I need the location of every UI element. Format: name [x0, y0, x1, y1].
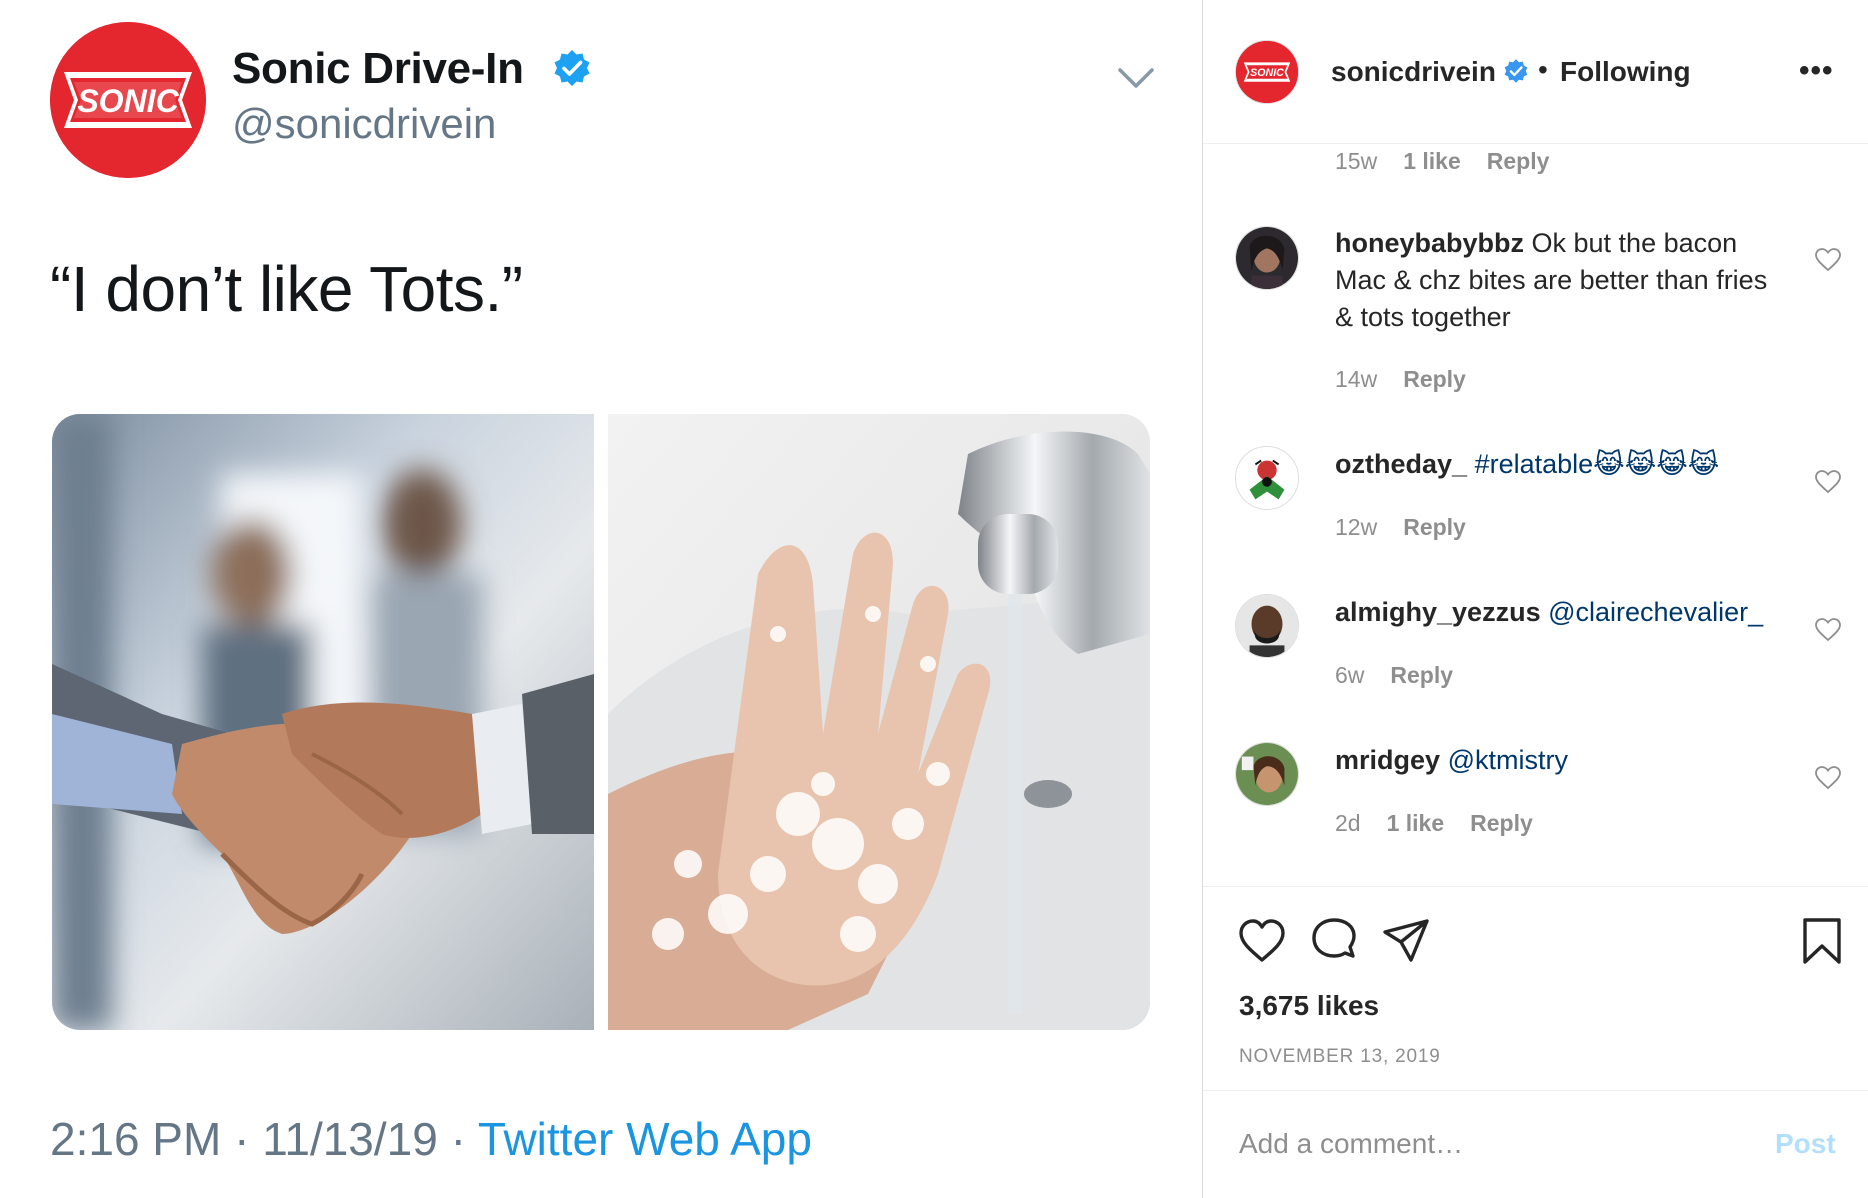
comment-meta: 6w Reply — [1335, 662, 1479, 689]
tweet-media[interactable] — [52, 414, 1150, 1030]
comment-text: almighy_yezzus @clairechevalier_ — [1335, 594, 1795, 631]
comment-icon[interactable] — [1309, 916, 1359, 966]
comment-username[interactable]: mridgey — [1335, 745, 1440, 775]
tweet-handle[interactable]: @sonicdrivein — [232, 100, 496, 148]
comment-username[interactable]: honeybabybbz — [1335, 228, 1524, 258]
sonic-logo-icon: SONIC — [50, 22, 206, 178]
handwashing-photo[interactable] — [608, 414, 1150, 1030]
comment-time: 2d — [1335, 810, 1361, 836]
like-heart-icon[interactable] — [1815, 470, 1841, 494]
svg-text:SONIC: SONIC — [1250, 67, 1284, 79]
avatar[interactable] — [1235, 742, 1299, 806]
comment-username[interactable]: oztheday_ — [1335, 449, 1467, 479]
tweet-card: SONIC Sonic Drive-In @sonicdrivein “I do… — [0, 0, 1202, 1198]
verified-badge-icon — [554, 50, 590, 86]
tweet-source-link[interactable]: Twitter Web App — [478, 1113, 812, 1165]
tweet-display-name[interactable]: Sonic Drive-In — [232, 44, 524, 94]
mention-link[interactable]: @clairechevalier_ — [1548, 597, 1763, 627]
comment-likes[interactable]: 1 like — [1403, 148, 1461, 174]
post-button[interactable]: Post — [1775, 1128, 1836, 1160]
avatar[interactable] — [1235, 226, 1299, 290]
avatar[interactable] — [1235, 594, 1299, 658]
avatar[interactable]: SONIC — [1235, 40, 1299, 104]
like-heart-icon[interactable] — [1815, 248, 1841, 272]
mention-link[interactable]: @ktmistry — [1448, 745, 1568, 775]
comment-meta: 2d 1 like Reply — [1335, 810, 1559, 837]
divider — [1203, 1090, 1868, 1091]
reply-button[interactable]: Reply — [1403, 366, 1466, 392]
avatar[interactable] — [1235, 446, 1299, 510]
post-date: NOVEMBER 13, 2019 — [1239, 1046, 1441, 1067]
tweet-text: “I don’t like Tots.” — [50, 253, 523, 325]
hashtag-link[interactable]: #relatable😹😹😹😹 — [1475, 449, 1720, 479]
comment-username[interactable]: almighy_yezzus — [1335, 597, 1541, 627]
post-header: SONIC sonicdrivein • Following ••• — [1203, 0, 1868, 144]
comment-time: 15w — [1335, 148, 1378, 174]
following-button[interactable]: Following — [1560, 56, 1691, 88]
previous-comment-meta: 15w 1 like Reply — [1335, 148, 1575, 175]
comment-text: honeybabybbz Ok but the bacon Mac & chz … — [1335, 225, 1775, 336]
like-heart-icon[interactable] — [1815, 766, 1841, 790]
comment-likes[interactable]: 1 like — [1387, 810, 1445, 836]
heart-icon[interactable] — [1237, 916, 1287, 966]
sonic-logo-icon: SONIC — [1236, 41, 1298, 103]
add-comment-input[interactable] — [1239, 1128, 1719, 1160]
sonic-avatar[interactable]: SONIC — [50, 22, 206, 178]
divider — [1203, 886, 1868, 887]
comment-time: 6w — [1335, 662, 1365, 688]
comment-text: mridgey @ktmistry — [1335, 742, 1775, 779]
comment-meta: 12w Reply — [1335, 514, 1492, 541]
comment-content — [1440, 745, 1448, 775]
comment-time: 14w — [1335, 366, 1378, 392]
comment-text: oztheday_ #relatable😹😹😹😹 — [1335, 446, 1795, 483]
post-author-username[interactable]: sonicdrivein — [1331, 56, 1496, 88]
like-heart-icon[interactable] — [1815, 618, 1841, 642]
comment-content — [1541, 597, 1549, 627]
chevron-down-icon[interactable] — [1116, 62, 1156, 92]
reply-button[interactable]: Reply — [1470, 810, 1533, 836]
comment-content — [1467, 449, 1475, 479]
comment-meta: 14w Reply — [1335, 366, 1492, 393]
instagram-comments-panel: SONIC sonicdrivein • Following ••• 15w 1 … — [1203, 0, 1868, 1198]
comment-time: 12w — [1335, 514, 1378, 540]
verified-badge-icon — [1504, 59, 1528, 83]
likes-count[interactable]: 3,675 likes — [1239, 990, 1379, 1022]
share-icon[interactable] — [1381, 916, 1431, 966]
more-options-icon[interactable]: ••• — [1799, 54, 1834, 88]
reply-button[interactable]: Reply — [1403, 514, 1466, 540]
reply-button[interactable]: Reply — [1390, 662, 1453, 688]
tweet-meta: 2:16 PM · 11/13/19 · Twitter Web App — [50, 1112, 812, 1166]
header-separator: • — [1538, 54, 1548, 85]
svg-text:SONIC: SONIC — [77, 83, 179, 119]
tweet-timestamp[interactable]: 2:16 PM · 11/13/19 · — [50, 1113, 478, 1165]
handshake-photo[interactable] — [52, 414, 594, 1030]
bookmark-icon[interactable] — [1797, 916, 1847, 966]
reply-button[interactable]: Reply — [1487, 148, 1550, 174]
